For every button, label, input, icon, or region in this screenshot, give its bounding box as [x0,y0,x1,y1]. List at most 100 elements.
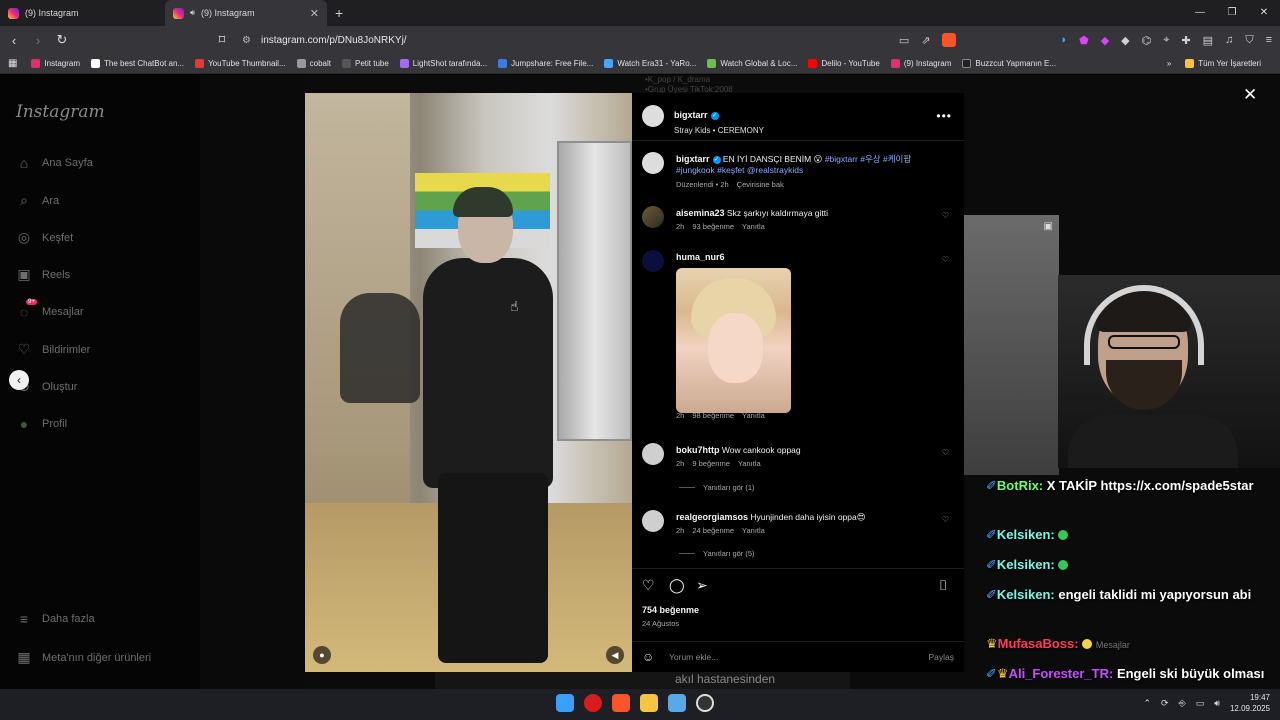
comment-like-heart-icon[interactable]: ♡ [942,515,949,524]
author-avatar[interactable] [642,105,664,127]
comment-username[interactable]: aisemina23 [676,208,725,218]
site-settings-icon[interactable]: ⚙ [242,35,251,46]
bookmark-item[interactable]: Watch Era31 - YaRo... [604,59,696,68]
obs-icon[interactable] [696,694,714,712]
bookmark-item[interactable]: Instagram [31,59,80,68]
nav-profile[interactable]: ● Profil [16,416,67,432]
close-tab-icon[interactable]: ✕ [310,7,319,20]
share-icon[interactable]: ⇗ [921,34,930,47]
bookmark-page-icon[interactable]: ⌑ [212,32,232,48]
reload-icon[interactable]: ↻ [52,32,72,48]
caption-hashtags[interactable]: #bigxtarr #우상 #케이팝 [825,154,911,164]
extension-icon[interactable]: ⬟ [1079,34,1089,47]
comment-likes[interactable]: 24 beğenme [692,526,734,535]
more-options-button[interactable]: ••• [936,109,952,123]
post-video[interactable]: ☝ ● ◀ [305,93,632,672]
url-field[interactable]: ⚙ instagram.com/p/DNu8JoNRKYj/ [242,35,962,46]
apps-icon[interactable]: ▦ [8,58,17,69]
commenter-avatar[interactable] [642,206,664,228]
view-replies-button[interactable]: Yanıtları gör (1) [679,483,755,492]
tagged-user-icon[interactable]: ● [313,646,331,664]
bookmark-item[interactable]: Buzzcut Yapmanın E... [962,59,1056,68]
forward-icon[interactable]: › [28,33,48,48]
nav-explore[interactable]: ◎ Keşfet [16,229,73,246]
bookmark-item[interactable]: Petit tube [341,59,389,68]
nav-search[interactable]: ⌕ Ara [16,192,59,209]
save-bookmark-icon[interactable]: ⌷ [939,577,947,594]
comment-like-heart-icon[interactable]: ♡ [942,448,949,457]
comment-username[interactable]: boku7http [676,445,720,455]
like-count[interactable]: 754 beğenme [642,605,699,615]
author-avatar[interactable] [642,152,664,174]
music-icon[interactable]: ♫ [1225,34,1233,46]
comment-username[interactable]: realgeorgiamsos [676,512,748,522]
cast-icon[interactable]: ▭ [899,34,909,47]
reply-button[interactable]: Yanıtla [742,222,765,231]
windows-start-icon[interactable] [556,694,574,712]
commenter-avatar[interactable] [642,443,664,465]
caption-username[interactable]: bigxtarr [676,154,710,164]
tab-instagram-1[interactable]: (9) Instagram [0,0,165,26]
comment-likes[interactable]: 9 beğenme [692,459,730,468]
bookmark-item[interactable]: Watch Global & Loc... [707,59,797,68]
bookmark-item[interactable]: Jumpshare: Free File... [498,59,593,68]
new-tab-button[interactable]: + [327,5,351,21]
back-icon[interactable]: ‹ [4,33,24,48]
close-window-button[interactable]: ✕ [1248,0,1280,26]
sidebar-icon[interactable]: ▤ [1203,34,1213,47]
speaker-icon[interactable]: 🔊︎ [190,8,195,18]
usb-icon[interactable]: ⎆ [1179,698,1186,709]
sync-icon[interactable]: ⟳ [1161,698,1169,709]
nav-more[interactable]: ≡ Daha fazla [16,611,95,627]
brave-shields-icon[interactable] [942,33,957,47]
bookmark-item[interactable]: The best ChatBot an... [91,59,184,68]
nav-notifications[interactable]: ♡ Bildirimler [16,341,91,358]
extension-icon[interactable]: ◗ [1060,34,1067,46]
volume-icon[interactable]: ◀ [606,646,624,664]
comment-likes[interactable]: 93 beğenme [692,222,734,231]
bookmark-item[interactable]: YouTube Thumbnail... [195,59,286,68]
bookmark-item[interactable]: Delilo - YouTube [808,59,880,68]
comment-like-heart-icon[interactable]: ♡ [942,211,949,220]
comment-username[interactable]: huma_nur6 [676,252,725,262]
maximize-button[interactable]: ❐ [1216,0,1248,26]
nav-messages[interactable]: ◌ 9+ Mesajlar [16,299,84,320]
nav-reels[interactable]: ▣ Reels [16,266,70,283]
bookmark-item[interactable]: cobalt [296,59,331,68]
extension-icon[interactable]: ⌖ [1163,34,1169,47]
instagram-logo[interactable]: Instagram [16,102,105,122]
commenter-avatar[interactable] [642,250,664,272]
commenter-avatar[interactable] [642,510,664,532]
like-heart-icon[interactable]: ♡ [642,577,655,594]
comment-input[interactable]: Yorum ekle... [669,652,718,662]
all-bookmarks-button[interactable]: Tüm Yer İşaretleri [1185,59,1261,68]
send-icon[interactable]: ➢ [696,577,708,594]
volume-icon[interactable]: 🔊︎ [1214,698,1220,709]
nav-meta-products[interactable]: ▦ Meta'nın diğer ürünleri [16,649,151,666]
menu-icon[interactable]: ≡ [1266,34,1272,46]
vpn-icon[interactable]: ⛉ [1245,34,1253,47]
brave-icon[interactable] [612,694,630,712]
minimize-button[interactable]: — [1184,0,1216,26]
comment-image[interactable] [676,268,791,413]
comment-like-heart-icon[interactable]: ♡ [942,255,949,264]
comment-bubble-icon[interactable]: ◯ [669,577,685,594]
extension-icon[interactable]: ◆ [1101,34,1109,47]
file-explorer-icon[interactable] [640,694,658,712]
tab-instagram-2[interactable]: 🔊︎ (9) Instagram ✕ [165,0,327,26]
extension-icon[interactable]: ◆ [1121,34,1129,47]
reply-button[interactable]: Yanıtla [742,526,765,535]
taskbar-clock[interactable]: 19:47 12.09.2025 [1230,692,1270,714]
chevron-up-icon[interactable]: ⌃ [1143,698,1151,709]
audio-label[interactable]: Stray Kids • CEREMONY [674,126,764,135]
author-username[interactable]: bigxtarr [674,110,708,120]
monitor-icon[interactable]: ▭ [1196,698,1205,709]
bookmark-item[interactable]: (9) Instagram [890,59,951,68]
view-replies-button[interactable]: Yanıtları gör (5) [679,549,755,558]
caption-hashtags[interactable]: #jungkook #keşfet @realstraykids [676,165,803,175]
photos-icon[interactable] [668,694,686,712]
close-icon[interactable]: ✕ [1243,85,1257,105]
opera-icon[interactable] [584,694,602,712]
puzzle-icon[interactable]: ✚ [1181,34,1190,47]
post-comment-button[interactable]: Paylaş [928,652,954,662]
